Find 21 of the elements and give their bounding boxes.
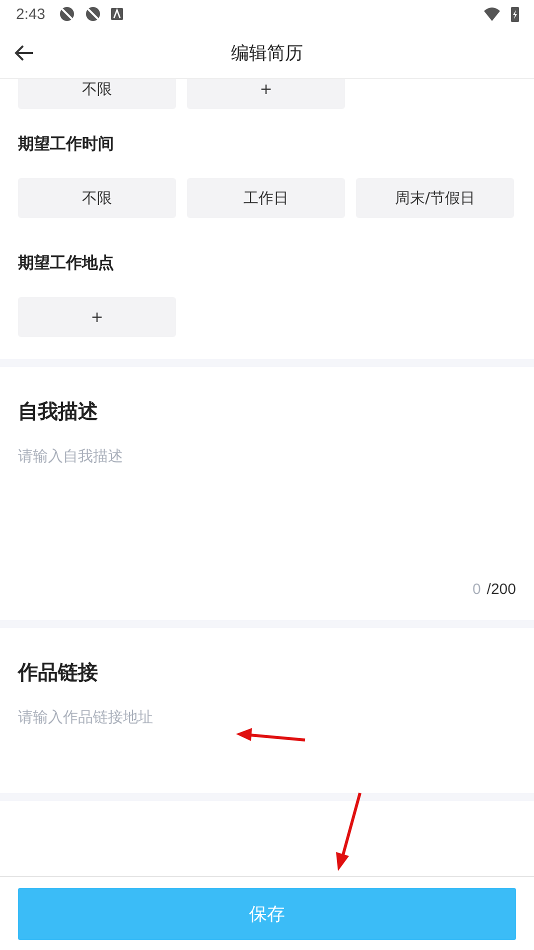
app-icon (85, 6, 102, 22)
annotation-arrow (236, 728, 306, 742)
char-count: 0 (472, 581, 481, 598)
option-chip[interactable]: + (18, 297, 176, 337)
page-title: 编辑简历 (231, 42, 303, 65)
option-chip[interactable]: 周末/节假日 (356, 178, 514, 218)
section-title: 自我描述 (18, 398, 99, 425)
group-title: 期望工作地点 (18, 252, 115, 274)
option-chip[interactable]: 工作日 (187, 178, 345, 218)
battery-icon (510, 6, 520, 22)
status-time: 2:43 (16, 6, 46, 22)
char-limit: /200 (486, 581, 516, 598)
app-icon (59, 6, 76, 22)
group-title: 期望工作时间 (18, 133, 115, 155)
option-chip[interactable]: 不限 (18, 178, 176, 218)
keyboard-icon (111, 8, 124, 20)
option-chip[interactable]: 不限 (18, 79, 176, 109)
back-arrow-icon[interactable] (14, 44, 34, 62)
section-title: 作品链接 (18, 659, 99, 686)
option-chip[interactable]: + (187, 79, 345, 109)
wifi-icon (482, 6, 500, 22)
